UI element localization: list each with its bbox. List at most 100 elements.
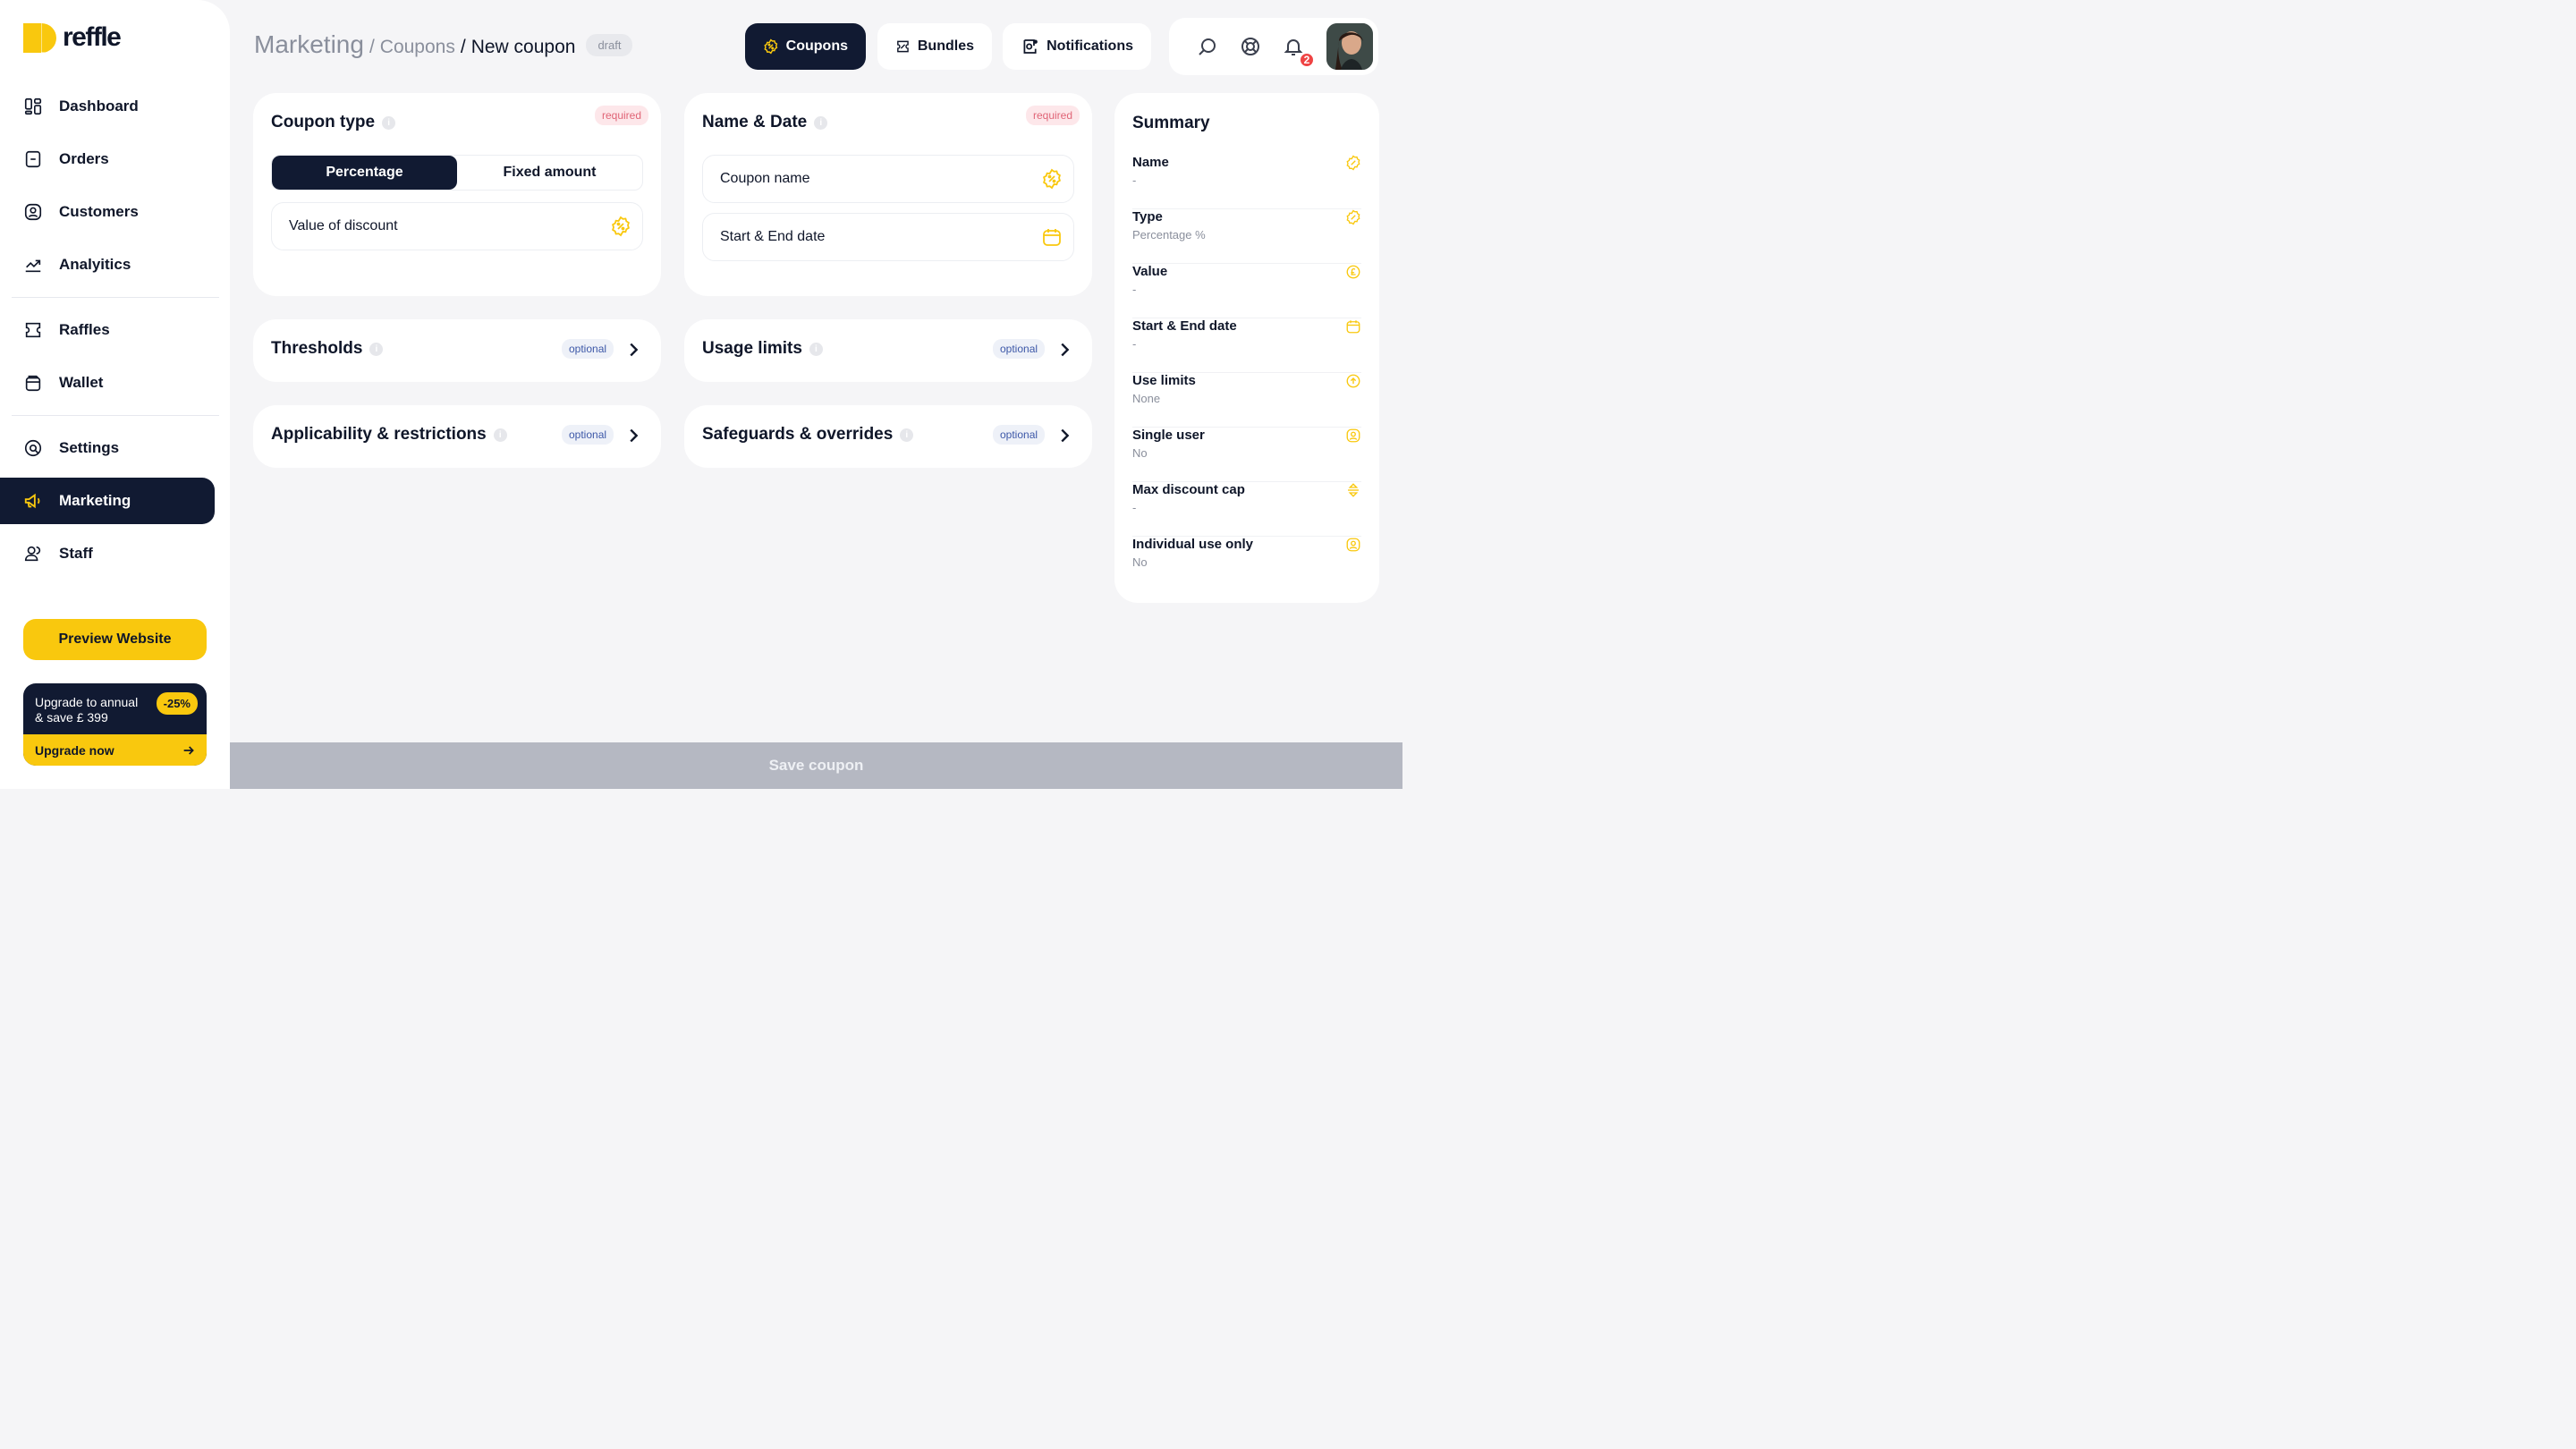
summary-label: Name [1132,155,1169,170]
sidebar-item-customers[interactable]: Customers [0,189,215,235]
dashboard-icon [24,97,42,115]
card-title: Safeguards & overrides i [702,425,914,445]
summary-row-dates: Start & End date - [1132,318,1361,373]
summary-value: - [1132,283,1137,296]
orders-icon [25,150,41,168]
safeguards-section[interactable]: Safeguards & overrides i optional [684,405,1092,468]
breadcrumb-current: New coupon [470,37,576,57]
sidebar: reffle Dashboard Orders Customers Analyi… [0,0,230,789]
sidebar-item-settings[interactable]: Settings [0,425,215,471]
tab-label: Coupons [785,38,848,54]
info-icon[interactable]: i [382,115,396,130]
sidebar-item-label: Marketing [59,492,131,509]
optional-badge: optional [993,339,1046,359]
summary-label: Individual use only [1132,537,1254,552]
user-icon [1346,538,1360,552]
tab-label: Bundles [917,38,974,54]
percentage-option[interactable]: Percentage [272,156,457,190]
usage-limits-section[interactable]: Usage limits i optional [684,319,1092,382]
start-end-date-field[interactable]: Start & End date [702,213,1074,261]
sidebar-item-raffles[interactable]: Raffles [0,307,215,353]
thresholds-section[interactable]: Thresholds i optional [253,319,661,382]
chevron-right-icon[interactable] [1055,340,1074,360]
field-placeholder: Value of discount [289,218,398,233]
info-icon[interactable]: i [809,342,823,356]
help-icon[interactable] [1240,36,1261,57]
save-coupon-button[interactable]: Save coupon [230,742,1402,789]
section-title: Safeguards & overrides [702,425,894,444]
sidebar-item-label: Staff [59,545,93,562]
coupon-icon [1346,155,1360,171]
tab-notifications[interactable]: Notifications [1003,23,1151,70]
arrow-right-icon [183,745,194,755]
name-date-title: Name & Date [702,113,808,131]
customers-icon [24,203,42,221]
summary-card: Summary Name - Type Percentage % Value -… [1114,93,1379,603]
nav-divider [12,297,219,298]
value-of-discount-field[interactable]: Value of discount [271,202,643,250]
breadcrumb-separator: / [460,37,466,57]
sidebar-item-dashboard[interactable]: Dashboard [0,83,215,130]
logo-text: reffle [63,22,122,52]
card-title: Applicability & restrictions i [271,425,507,445]
upgrade-text: Upgrade to annual & save £ 399 [35,695,160,725]
avatar[interactable] [1326,23,1373,70]
coupon-icon [612,216,630,237]
info-icon[interactable]: i [900,428,914,442]
info-icon[interactable]: i [814,115,828,130]
coupon-name-field[interactable]: Coupon name [702,155,1074,203]
sidebar-item-staff[interactable]: Staff [0,530,215,577]
summary-label: Single user [1132,428,1205,443]
avatar-photo [1326,23,1373,70]
chevron-right-icon[interactable] [1055,426,1074,445]
chevron-right-icon[interactable] [623,340,643,360]
coupon-type-title: Coupon type [271,113,376,131]
tab-coupons[interactable]: Coupons [745,23,866,70]
fixed-amount-option[interactable]: Fixed amount [457,156,642,190]
preview-website-button[interactable]: Preview Website [23,619,207,660]
name-date-card: Name & Date i required Coupon name Start… [684,93,1092,296]
breadcrumb: Marketing / Coupons / New coupon draft [254,30,633,59]
card-title: Usage limits i [702,339,823,359]
field-placeholder: Start & End date [720,229,826,244]
nav-divider [12,415,219,416]
section-title: Usage limits [702,339,802,358]
coupon-type-toggle: Percentage Fixed amount [271,155,643,191]
notification-count-badge: 2 [1299,52,1315,68]
upgrade-now-button[interactable]: Upgrade now [23,734,207,766]
breadcrumb-separator: / [369,37,375,57]
summary-label: Value [1132,264,1168,279]
user-icon [1346,428,1360,443]
sidebar-item-label: Customers [59,203,139,220]
chevron-right-icon[interactable] [623,426,643,445]
info-icon[interactable]: i [369,342,384,356]
logo[interactable]: reffle [23,22,122,53]
required-badge: required [594,106,648,125]
optional-badge: optional [562,339,614,359]
logo-mark-icon [23,22,56,53]
sidebar-item-wallet[interactable]: Wallet [0,360,215,406]
sidebar-item-marketing[interactable]: Marketing [0,478,215,524]
info-icon[interactable]: i [493,428,507,442]
summary-value: No [1132,555,1148,569]
field-placeholder: Coupon name [720,171,810,186]
card-title: Coupon type i [271,113,396,132]
summary-row-use-limits: Use limits None [1132,373,1361,428]
required-badge: required [1025,106,1080,125]
discount-badge: -25% [156,692,198,715]
breadcrumb-coupons[interactable]: Coupons [380,37,455,58]
tab-bundles[interactable]: Bundles [877,23,992,70]
search-icon[interactable] [1197,36,1218,57]
summary-label: Type [1132,209,1163,225]
notification-icon [1023,39,1038,54]
ticket-icon [25,322,41,338]
calendar-icon [1346,320,1360,334]
sidebar-item-orders[interactable]: Orders [0,136,215,182]
sidebar-item-analytics[interactable]: Analyitics [0,242,215,288]
upgrade-line1: Upgrade to annual [35,695,139,709]
limit-icon [1346,374,1360,388]
breadcrumb-marketing[interactable]: Marketing [254,30,364,59]
applicability-section[interactable]: Applicability & restrictions i optional [253,405,661,468]
summary-row-type: Type Percentage % [1132,209,1361,264]
settings-icon [24,439,42,457]
